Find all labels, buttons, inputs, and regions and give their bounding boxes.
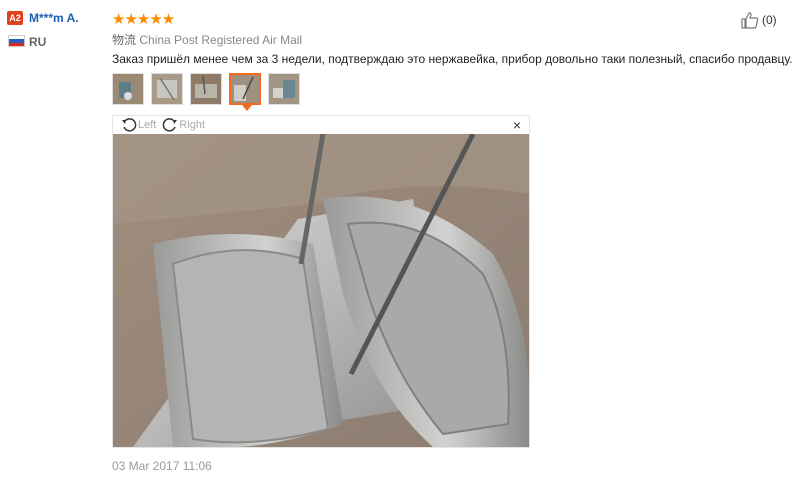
- rating-stars: ★★★★★: [112, 11, 175, 28]
- thumbs-up-icon: [741, 12, 759, 29]
- rotate-left-button[interactable]: Left: [121, 117, 156, 133]
- like-count: (0): [762, 13, 777, 27]
- rotate-left-label: Left: [138, 119, 157, 131]
- like-button[interactable]: (0): [740, 11, 777, 29]
- rotate-right-button[interactable]: Right: [162, 117, 205, 133]
- thumbnail-4-selected[interactable]: [229, 73, 261, 111]
- rotate-left-icon: [122, 118, 137, 132]
- review-date: 03 Mar 2017 11:06: [112, 459, 212, 473]
- thumbnail-5[interactable]: [268, 73, 300, 105]
- reviewer-level-badge: A2: [7, 11, 23, 25]
- shipping-info: 物流 China Post Registered Air Mail: [112, 31, 302, 48]
- close-viewer-button[interactable]: ×: [513, 117, 521, 133]
- thumbnail-1[interactable]: [112, 73, 144, 105]
- reviewer-country: RU: [29, 35, 47, 49]
- rotate-right-label: Right: [179, 119, 206, 131]
- viewer-toolbar: Left Right: [113, 116, 529, 134]
- shipping-label: 物流: [112, 33, 137, 47]
- image-viewer: Left Right ×: [112, 115, 530, 448]
- review-comment: Заказ пришёл менее чем за 3 недели, подт…: [112, 52, 793, 66]
- thumbnail-strip: [112, 73, 300, 111]
- thumbnail-2[interactable]: [151, 73, 183, 105]
- russia-flag-icon: [8, 35, 25, 47]
- reviewer-name: M***m A.: [29, 11, 79, 25]
- thumbnail-3[interactable]: [190, 73, 222, 105]
- rotate-right-icon: [163, 118, 178, 132]
- review-photo: [113, 134, 529, 447]
- shipping-method: China Post Registered Air Mail: [139, 33, 303, 47]
